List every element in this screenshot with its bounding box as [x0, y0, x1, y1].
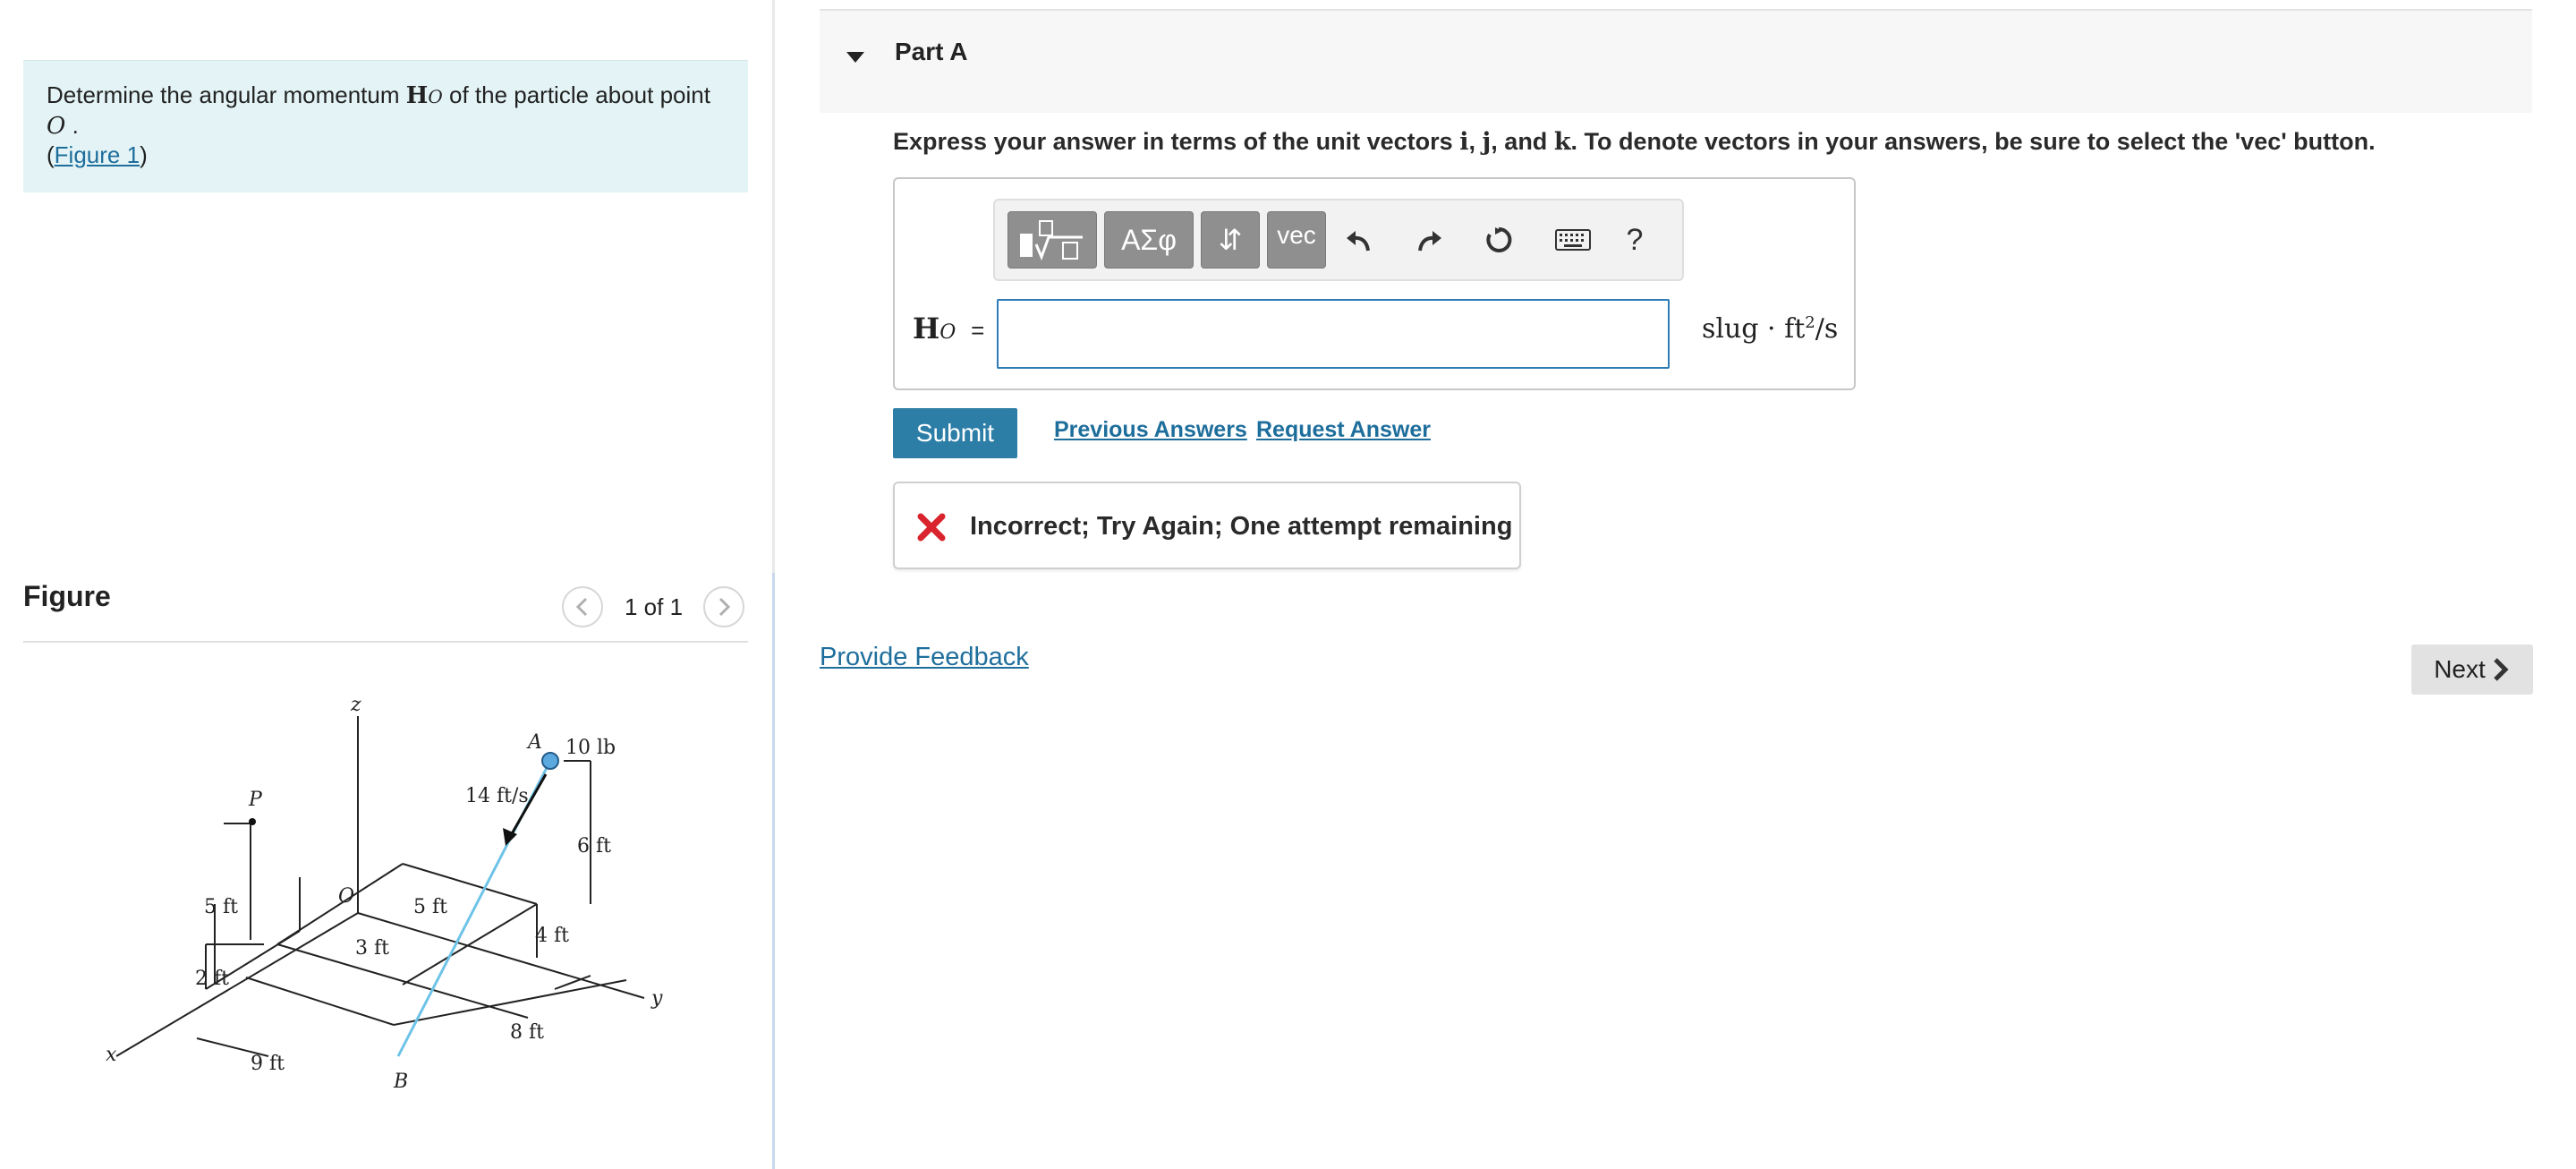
answer-label: HO = [913, 311, 985, 346]
prompt-point: O [47, 113, 66, 140]
prompt-suffix: of the particle about point [448, 81, 710, 108]
label-p: P [248, 789, 263, 811]
greek-symbols-button[interactable]: ΑΣφ [1104, 211, 1194, 269]
answer-units: slug · ft2/s [1702, 313, 1839, 345]
figure-title: Figure [23, 580, 111, 612]
request-answer-link[interactable]: Request Answer [1256, 417, 1431, 443]
label-z: z [350, 694, 361, 716]
next-label: Next [2434, 655, 2486, 683]
chevron-left-icon [575, 597, 588, 617]
label-8ft: 8 ft [510, 1021, 544, 1044]
answer-input[interactable] [997, 299, 1670, 369]
figure-pager: 1 of 1 [625, 593, 684, 620]
undo-icon[interactable] [1337, 213, 1382, 267]
label-y: y [650, 987, 663, 1010]
sub-superscript-button[interactable]: ⇵ [1201, 211, 1260, 269]
part-a-header[interactable]: Part A [820, 9, 2532, 113]
label-2ft: 2 ft [195, 968, 229, 990]
feedback-box: Incorrect; Try Again; One attempt remain… [893, 482, 1521, 569]
label-9ft: 9 ft [251, 1053, 285, 1075]
next-figure-button[interactable] [703, 586, 744, 627]
label-force: 10 lb [565, 737, 616, 759]
prompt-period: . [72, 112, 79, 139]
prompt-prefix: Determine the angular momentum [47, 81, 400, 108]
vec-button[interactable]: vec [1267, 211, 1326, 269]
error-x-icon [917, 513, 946, 542]
label-4ft: 4 ft [535, 925, 569, 947]
label-3ft: 3 ft [355, 937, 389, 960]
figure-link-open: ( [47, 141, 55, 168]
caret-down-icon[interactable] [845, 50, 866, 64]
label-a: A [526, 731, 542, 754]
problem-statement: Determine the angular momentum HO of the… [23, 60, 748, 192]
feedback-message: Incorrect; Try Again; One attempt remain… [970, 512, 1513, 541]
figure-link-close: ) [140, 141, 148, 168]
prompt-vector: HO [405, 82, 443, 109]
part-title: Part A [895, 38, 968, 65]
particle-a [541, 752, 559, 770]
figure-diagram: z x y P O A B 10 lb 14 ft/s 5 ft 2 ft 3 … [106, 694, 663, 1093]
math-toolbar: ΑΣφ ⇵ vec ? [993, 199, 1684, 281]
reset-icon[interactable] [1476, 213, 1521, 267]
label-o: O [338, 885, 354, 908]
x-axis [115, 912, 359, 1057]
label-5ft-mid: 5 ft [413, 896, 447, 918]
label-5ft-left: 5 ft [204, 896, 238, 918]
keyboard-icon[interactable] [1546, 213, 1600, 267]
answer-box: ΑΣφ ⇵ vec ? HO = slug · ft2/s [893, 177, 1856, 390]
provide-feedback-link[interactable]: Provide Feedback [820, 643, 1029, 672]
label-6ft: 6 ft [577, 835, 611, 858]
submit-button[interactable]: Submit [893, 408, 1017, 458]
help-button[interactable]: ? [1612, 213, 1657, 267]
next-button[interactable]: Next [2411, 644, 2533, 695]
figure-divider [23, 641, 748, 643]
label-velocity: 14 ft/s [465, 785, 529, 807]
templates-icon [1020, 220, 1083, 261]
answer-instructions: Express your answer in terms of the unit… [893, 128, 2376, 156]
previous-figure-button[interactable] [562, 586, 603, 627]
pane-divider-scroll[interactable] [772, 573, 775, 1169]
left-pane: Determine the angular momentum HO of the… [0, 0, 775, 1169]
chevron-right-icon [718, 597, 731, 617]
chevron-right-icon [2494, 658, 2509, 681]
redo-icon[interactable] [1407, 213, 1451, 267]
figure-link[interactable]: Figure 1 [55, 141, 140, 168]
templates-button[interactable] [1007, 211, 1097, 269]
label-b: B [393, 1071, 408, 1093]
label-x: x [106, 1044, 117, 1066]
previous-answers-link[interactable]: Previous Answers [1054, 417, 1247, 443]
